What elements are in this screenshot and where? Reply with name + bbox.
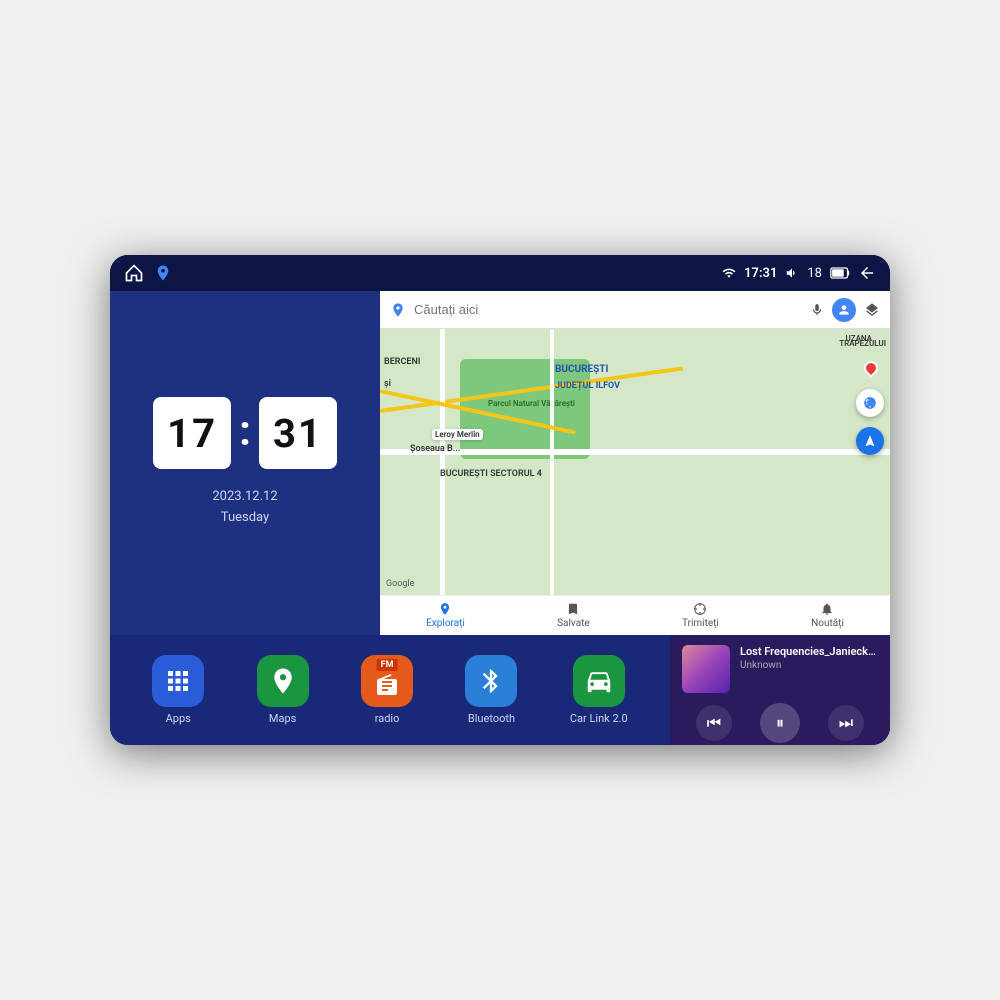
prev-button[interactable]: ⏮ — [696, 705, 732, 741]
map-tab-salvate[interactable]: Salvate — [557, 602, 590, 629]
label-si: și — [384, 379, 391, 389]
clock-colon: : — [239, 407, 251, 456]
clock-display: 17 : 31 — [153, 397, 337, 469]
label-berceni: BERCENI — [384, 357, 420, 367]
status-right: 17:31 18 — [722, 264, 876, 282]
maps-label: Maps — [269, 712, 296, 725]
clock-hours: 17 — [153, 397, 231, 469]
map-tab-trimiteti[interactable]: Trimiteți — [682, 602, 719, 629]
back-icon[interactable] — [858, 264, 876, 282]
carlink-label: Car Link 2.0 — [570, 712, 628, 725]
clock-panel: 17 : 31 2023.12.12 Tuesday — [110, 291, 380, 635]
mic-icon[interactable] — [810, 303, 824, 317]
music-panel: Lost Frequencies_Janieck Devy-... Unknow… — [670, 635, 890, 745]
label-judet: JUDEȚUL ILFOV — [555, 381, 620, 391]
album-art-inner — [682, 645, 730, 693]
maps-status-icon[interactable] — [154, 264, 172, 282]
volume-icon — [785, 266, 799, 280]
bluetooth-app-icon — [465, 655, 517, 707]
label-uzana: UZANA — [845, 334, 872, 343]
music-info: Lost Frequencies_Janieck Devy-... Unknow… — [682, 645, 878, 693]
music-artist: Unknown — [740, 660, 878, 671]
app-item-carlink[interactable]: Car Link 2.0 — [570, 655, 628, 725]
label-bucuresti: BUCUREȘTI — [555, 364, 608, 375]
signal-icon — [722, 266, 736, 280]
device-frame: 17:31 18 — [110, 255, 890, 745]
status-bar: 17:31 18 — [110, 255, 890, 291]
music-controls: ⏮ ⏸ ⏭ — [682, 703, 878, 743]
app-item-bluetooth[interactable]: Bluetooth — [465, 655, 517, 725]
app-item-maps[interactable]: Maps — [257, 655, 309, 725]
compass-button[interactable] — [856, 389, 884, 417]
app-item-radio[interactable]: FM radio — [361, 655, 413, 725]
map-tab-noutati-label: Noutăți — [811, 618, 844, 629]
bluetooth-label: Bluetooth — [468, 712, 515, 725]
maps-logo-icon — [390, 302, 406, 318]
status-left — [124, 263, 172, 283]
date-value: 2023.12.12 — [212, 487, 277, 508]
navigate-button[interactable] — [856, 427, 884, 455]
carlink-app-icon — [573, 655, 625, 707]
label-sector4: BUCUREȘTI SECTORUL 4 — [440, 469, 542, 479]
date-display: 2023.12.12 Tuesday — [212, 487, 277, 529]
label-leroy: Leroy Merlin — [432, 429, 483, 440]
battery-icon — [830, 266, 850, 280]
apps-label: Apps — [166, 712, 191, 725]
day-value: Tuesday — [212, 508, 277, 529]
map-tab-salvate-label: Salvate — [557, 618, 590, 629]
bottom-section: Apps Maps FM — [110, 635, 890, 745]
apps-panel: Apps Maps FM — [110, 635, 670, 745]
map-background: Parcul Natural Văcărești BERCENI BUCUREȘ… — [380, 329, 890, 595]
app-item-apps[interactable]: Apps — [152, 655, 204, 725]
apps-app-icon — [152, 655, 204, 707]
map-pin-marker — [861, 358, 881, 378]
user-avatar[interactable] — [832, 298, 856, 322]
map-tab-explorați[interactable]: Explorați — [426, 602, 465, 629]
map-tab-noutati[interactable]: Noutăți — [811, 602, 844, 629]
map-panel[interactable]: Parcul Natural Văcărești BERCENI BUCUREȘ… — [380, 291, 890, 635]
music-text: Lost Frequencies_Janieck Devy-... Unknow… — [740, 645, 878, 671]
radio-app-icon: FM — [361, 655, 413, 707]
map-search-bar — [380, 291, 890, 329]
park-label: Parcul Natural Văcărești — [488, 399, 575, 408]
layers-icon[interactable] — [864, 302, 880, 318]
maps-app-icon — [257, 655, 309, 707]
map-tab-explorați-label: Explorați — [426, 618, 465, 629]
label-soseaua: Șoseaua B... — [410, 444, 460, 454]
battery-value: 18 — [807, 266, 822, 281]
map-tab-trimiteti-label: Trimiteți — [682, 618, 719, 629]
time-display: 17:31 — [744, 266, 777, 281]
map-area[interactable]: Parcul Natural Văcărești BERCENI BUCUREȘ… — [380, 329, 890, 595]
clock-minutes: 31 — [259, 397, 337, 469]
music-title: Lost Frequencies_Janieck Devy-... — [740, 645, 878, 658]
google-label: Google — [386, 579, 414, 589]
radio-label: radio — [375, 712, 400, 725]
map-bottom-bar: Explorați Salvate Trimiteți Noutăți — [380, 595, 890, 635]
next-button[interactable]: ⏭ — [828, 705, 864, 741]
map-search-input[interactable] — [414, 302, 802, 317]
road-v2 — [550, 329, 554, 595]
album-art — [682, 645, 730, 693]
play-pause-button[interactable]: ⏸ — [760, 703, 800, 743]
main-content: 17 : 31 2023.12.12 Tuesday — [110, 291, 890, 635]
road-v1 — [440, 329, 445, 595]
home-icon[interactable] — [124, 263, 144, 283]
screen: 17:31 18 — [110, 255, 890, 745]
